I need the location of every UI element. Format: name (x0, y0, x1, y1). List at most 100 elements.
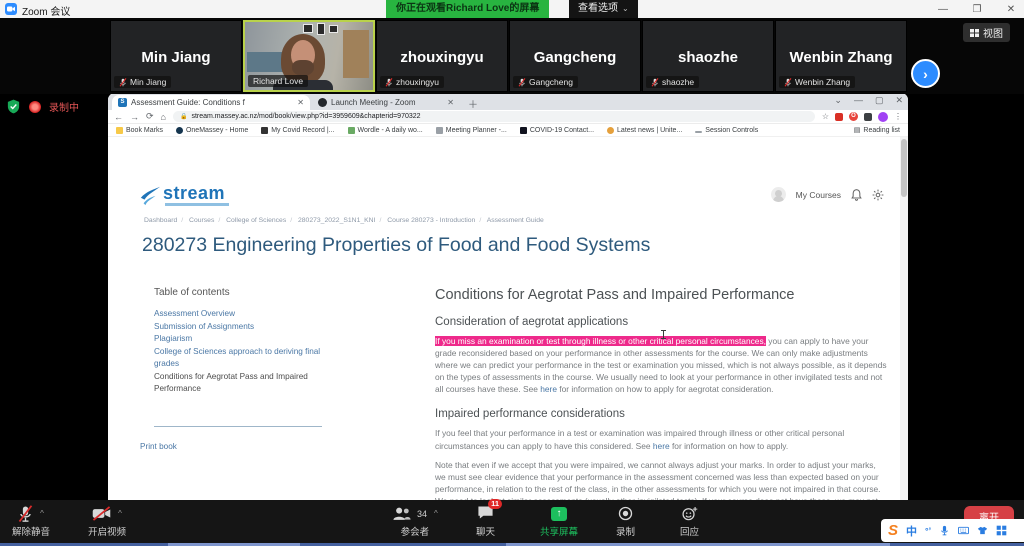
voice-input-icon[interactable] (939, 525, 950, 536)
participants-button[interactable]: 34 ^ 参会者 (392, 503, 438, 538)
home-icon[interactable]: ⌂ (161, 112, 166, 122)
participant-tile[interactable]: Wenbin Zhang Wenbin Zhang (775, 20, 907, 92)
participant-tile-active-speaker[interactable]: Richard Love (243, 20, 375, 92)
ime-language-mode[interactable]: 中 (906, 523, 917, 539)
user-avatar[interactable] (771, 187, 786, 202)
view-layout-button[interactable]: 视图 (963, 23, 1010, 42)
bookmark-star-icon[interactable]: ☆ (822, 112, 829, 121)
reactions-button[interactable]: 回应 (680, 503, 699, 538)
tab-close-icon[interactable]: ✕ (447, 98, 454, 107)
recording-label: 录制中 (49, 99, 79, 114)
participant-tile[interactable]: shaozhe shaozhe (642, 20, 774, 92)
page-viewport: stream My Courses Dashboard/ Courses/ Co… (108, 137, 908, 500)
bookmark-favicon (436, 127, 443, 134)
bookmark-item[interactable]: Book Marks (116, 127, 163, 134)
sogou-logo[interactable]: S (888, 522, 898, 539)
toc-item[interactable]: Assessment Overview (154, 308, 326, 321)
participant-tile[interactable]: zhouxingyu zhouxingyu (376, 20, 508, 92)
notifications-bell-icon[interactable] (851, 189, 862, 201)
browser-minimize-icon[interactable]: — (854, 95, 863, 106)
bookmark-item[interactable]: My Covid Record |... (261, 127, 334, 134)
view-options-button[interactable]: 查看选项⌄ (569, 0, 638, 18)
next-participants-button[interactable]: › (911, 59, 940, 88)
here-link[interactable]: here (540, 384, 557, 394)
scrollbar-thumb[interactable] (901, 139, 907, 197)
bookmark-item[interactable]: Meeting Planner -... (436, 127, 507, 134)
bookmark-item[interactable]: Session Controls (695, 127, 758, 134)
bookmark-item[interactable]: OneMassey - Home (176, 127, 248, 134)
bookmark-item[interactable]: Latest news | Unite... (607, 127, 682, 134)
breadcrumb-link[interactable]: Dashboard (144, 217, 177, 224)
participant-tile[interactable]: Gangcheng Gangcheng (509, 20, 641, 92)
share-screen-button[interactable]: ↑ 共享屏幕 (540, 503, 578, 538)
reading-list-icon: ▤ (854, 126, 861, 134)
office-extension-icon[interactable]: O (849, 112, 858, 121)
breadcrumb-link[interactable]: 280273_2022_S1N1_KNI (298, 217, 375, 224)
ime-toolbar: S 中 °’ (881, 519, 1024, 542)
toolbox-grid-icon[interactable] (996, 525, 1007, 536)
paragraph: If you miss an examination or test throu… (435, 335, 887, 395)
participant-name: zhouxingyu (377, 49, 507, 66)
tab-assessment-guide[interactable]: S Assessment Guide: Conditions f ✕ (112, 95, 310, 110)
print-book-link[interactable]: Print book (140, 442, 177, 451)
reading-list-button[interactable]: ▤Reading list (854, 126, 900, 134)
maximize-icon[interactable]: ❐ (970, 4, 984, 15)
extensions-icon[interactable] (864, 113, 872, 121)
stream-logo-text[interactable]: stream (163, 183, 225, 204)
toc-item[interactable]: Submission of Assignments (154, 321, 326, 334)
chevron-up-icon[interactable]: ^ (40, 509, 44, 518)
browser-menu-icon[interactable]: ⋮ (894, 112, 902, 121)
tab-search-icon[interactable]: ⌄ (834, 95, 842, 106)
participant-name: shaozhe (643, 49, 773, 66)
chevron-up-icon[interactable]: ^ (118, 509, 122, 518)
chapter-title: Conditions for Aegrotat Pass and Impaire… (435, 287, 887, 303)
scrollbar[interactable] (900, 137, 908, 500)
browser-restore-icon[interactable]: ▢ (875, 95, 884, 106)
stream-logo-tagline (165, 203, 229, 206)
stream-favicon: S (118, 98, 127, 107)
mic-muted-icon (385, 78, 393, 87)
minimize-icon[interactable]: — (936, 4, 950, 15)
profile-avatar-icon[interactable] (878, 112, 888, 122)
punctuation-icon[interactable]: °’ (925, 526, 931, 536)
tab-zoom-meeting[interactable]: Launch Meeting - Zoom ✕ (312, 95, 460, 110)
breadcrumb-link[interactable]: Course 280273 - Introduction (387, 217, 475, 224)
toc-item[interactable]: Plagiarism (154, 333, 326, 346)
video-strip: Min Jiang Min Jiang Richard Love zhouxin… (0, 18, 1024, 94)
chevron-up-icon[interactable]: ^ (434, 509, 438, 518)
bookmark-favicon (607, 127, 614, 134)
forward-icon[interactable]: → (130, 112, 139, 122)
skin-icon[interactable] (977, 525, 988, 536)
share-screen-icon: ↑ (551, 507, 567, 521)
browser-close-icon[interactable]: ✕ (895, 95, 903, 106)
close-icon[interactable]: ✕ (1004, 4, 1018, 15)
start-video-button[interactable]: ^ 开启视频 (88, 503, 126, 538)
breadcrumb-link[interactable]: Courses (189, 217, 214, 224)
back-icon[interactable]: ← (114, 112, 123, 122)
bookmark-item[interactable]: Wordle - A daily wo... (348, 127, 423, 134)
keyboard-icon[interactable] (958, 525, 969, 536)
my-courses-link[interactable]: My Courses (796, 190, 841, 200)
url-text: stream.massey.ac.nz/mod/book/view.php?id… (191, 113, 420, 120)
participant-tile[interactable]: Min Jiang Min Jiang (110, 20, 242, 92)
paragraph: If you feel that your performance in a t… (435, 427, 887, 451)
new-tab-button[interactable]: ＋ (468, 96, 478, 111)
record-button[interactable]: 录制 (616, 503, 635, 538)
pdf-extension-icon[interactable] (835, 113, 843, 121)
toc-item-current: Conditions for Aegrotat Pass and Impaire… (154, 371, 326, 396)
divider (154, 426, 322, 427)
chat-button[interactable]: 11 聊天 (476, 503, 495, 538)
tab-close-icon[interactable]: ✕ (297, 98, 304, 107)
address-bar[interactable]: 🔒 stream.massey.ac.nz/mod/book/view.php?… (173, 111, 815, 122)
here-link[interactable]: here (653, 441, 670, 451)
recording-dot-icon[interactable] (29, 101, 41, 113)
refresh-icon[interactable]: ⟳ (146, 111, 154, 122)
unmute-button[interactable]: ^ 解除静音 (12, 503, 50, 538)
stream-logo-icon[interactable] (138, 184, 162, 206)
bookmark-item[interactable]: COVID-19 Contact... (520, 127, 594, 134)
gear-icon[interactable] (872, 189, 884, 201)
toc-item[interactable]: College of Sciences approach to deriving… (154, 346, 326, 371)
breadcrumb-link[interactable]: College of Sciences (226, 217, 286, 224)
participants-count: 34 (417, 509, 427, 519)
participant-name: Gangcheng (510, 49, 640, 66)
